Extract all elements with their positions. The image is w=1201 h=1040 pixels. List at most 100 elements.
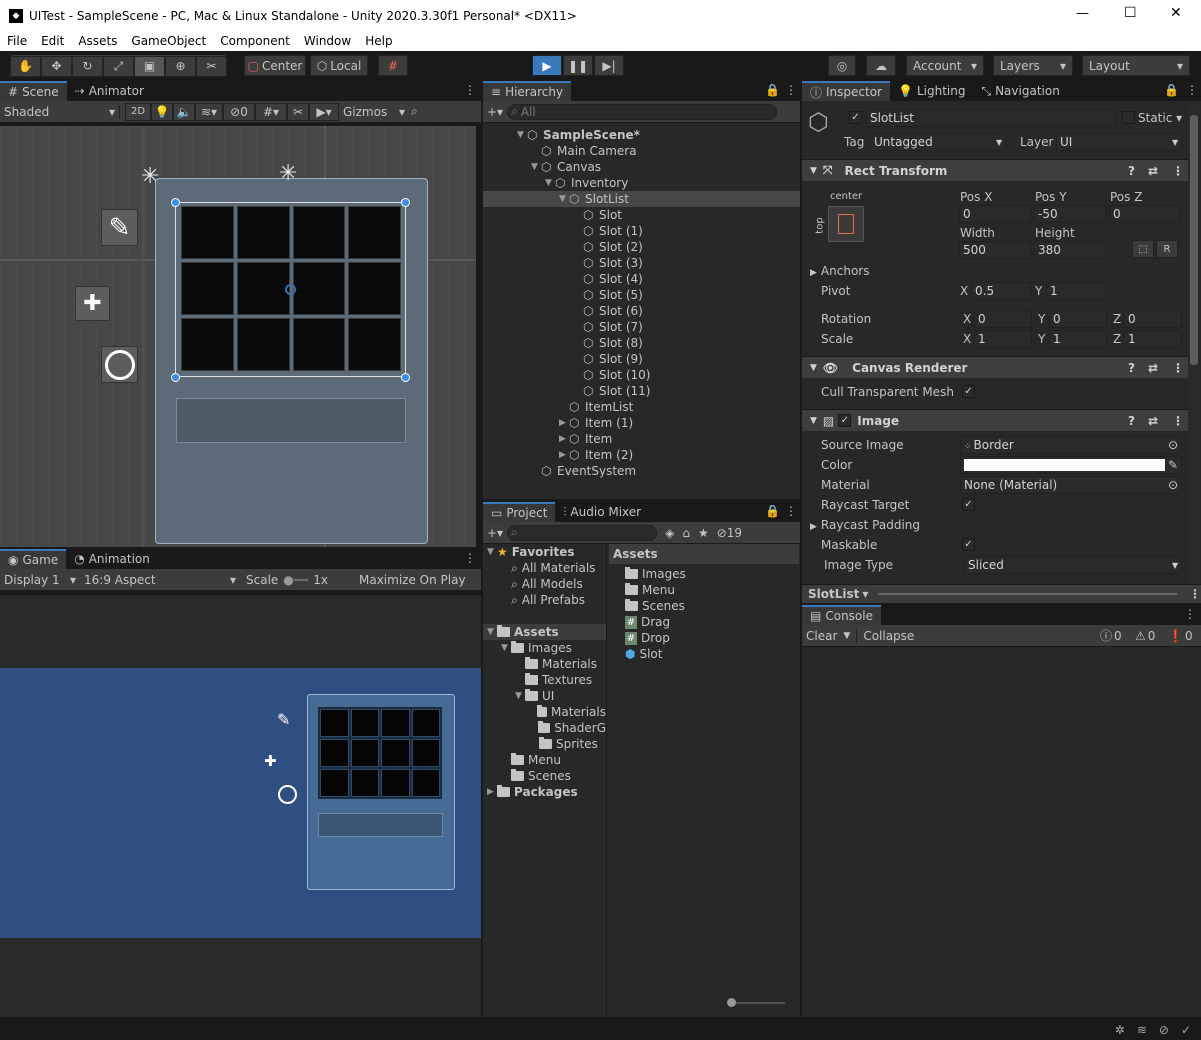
- lock-icon[interactable]: 🔒: [765, 504, 780, 518]
- canvas-renderer-header[interactable]: ▼ 👁 Canvas Renderer ? ⇄ ⋮: [802, 356, 1188, 378]
- raycast-padding-foldout[interactable]: ▶ Raycast Padding: [810, 518, 920, 532]
- hierarchy-item[interactable]: ⬡ Slot (10): [483, 367, 800, 383]
- scene-slot[interactable]: [348, 262, 401, 315]
- expand-arrow-icon[interactable]: ▼: [545, 178, 555, 188]
- tools-icon[interactable]: ✂: [287, 102, 309, 121]
- pivot-local-button[interactable]: ⬡ Local: [310, 55, 368, 76]
- expand-arrow-icon[interactable]: ▼: [515, 691, 525, 701]
- static-dropdown[interactable]: Static ▾: [1138, 111, 1182, 125]
- resize-handle[interactable]: [171, 198, 180, 207]
- hierarchy-item[interactable]: ⬡ Slot (7): [483, 319, 800, 335]
- error-toggle[interactable]: ❗ 0: [1168, 629, 1193, 643]
- warning-toggle[interactable]: ⚠ 0: [1135, 629, 1155, 643]
- static-checkbox[interactable]: [1122, 111, 1135, 124]
- tag-dropdown[interactable]: Untagged ▾: [870, 133, 1006, 151]
- menu-item-component[interactable]: Component: [220, 34, 290, 48]
- object-name-field[interactable]: SlotList: [866, 109, 1116, 127]
- kebab-icon[interactable]: ⋮: [464, 551, 476, 565]
- project-tree-item[interactable]: ⌕ All Prefabs: [483, 592, 606, 608]
- play-button[interactable]: ▶: [532, 55, 562, 76]
- audio-icon[interactable]: 🔈: [173, 102, 195, 121]
- help-icon[interactable]: ?: [1128, 361, 1135, 375]
- tab-animation[interactable]: ◔ Animation: [66, 549, 158, 569]
- layer-dropdown[interactable]: UI ▾: [1056, 133, 1182, 151]
- inspector-scrollbar[interactable]: [1189, 103, 1199, 593]
- progress-icon[interactable]: ✓: [1181, 1023, 1191, 1037]
- camera-icon[interactable]: ▶▾: [309, 102, 339, 121]
- rotate-tool-icon[interactable]: ↻: [72, 55, 103, 77]
- expand-arrow-icon[interactable]: ▼: [487, 627, 497, 637]
- inspector-preview-bar[interactable]: SlotList ▾ ⋮: [802, 584, 1201, 603]
- scene-slot[interactable]: [292, 206, 346, 259]
- hierarchy-item[interactable]: ⬡ Slot (9): [483, 351, 800, 367]
- scene-slot[interactable]: [348, 206, 401, 259]
- bug-icon[interactable]: ✲: [1115, 1023, 1125, 1037]
- hierarchy-item[interactable]: ⬡ Slot (8): [483, 335, 800, 351]
- hierarchy-item[interactable]: ⬡ ItemList: [483, 399, 800, 415]
- project-tree-item[interactable]: Materials: [483, 656, 606, 672]
- tab-project[interactable]: ▭ Project: [483, 502, 556, 522]
- maskable-checkbox[interactable]: ✓: [962, 538, 975, 551]
- project-tree-item[interactable]: ▶ Packages: [483, 784, 606, 800]
- cull-checkbox[interactable]: ✓: [962, 385, 975, 398]
- project-tree-item[interactable]: Sprites: [483, 736, 606, 752]
- filter-type-icon[interactable]: ◈: [665, 526, 674, 540]
- scene-slot[interactable]: [292, 262, 346, 315]
- expand-arrow-icon[interactable]: ▼: [501, 643, 511, 653]
- pivot-y-field[interactable]: 1: [1046, 282, 1106, 300]
- tab-inspector[interactable]: ⓘ Inspector: [802, 81, 890, 101]
- hierarchy-item[interactable]: ⬡ Slot (4): [483, 271, 800, 287]
- cache-icon[interactable]: ≋: [1137, 1023, 1147, 1037]
- display-dropdown[interactable]: Display 1 ▾: [0, 573, 80, 587]
- hierarchy-item[interactable]: ⬡ Main Camera: [483, 143, 800, 159]
- asset-item[interactable]: Scenes: [625, 598, 795, 614]
- aspect-dropdown[interactable]: 16:9 Aspect ▾: [80, 573, 240, 587]
- pivot-x-field[interactable]: 0.5: [971, 282, 1031, 300]
- project-tree-item[interactable]: ▼ UI: [483, 688, 606, 704]
- scale-slider[interactable]: Scale ●── 1x: [240, 573, 355, 587]
- kebab-icon[interactable]: ⋮: [1186, 83, 1198, 97]
- scene-slot[interactable]: [236, 318, 290, 371]
- rect-tool-icon[interactable]: ▣: [134, 55, 165, 77]
- project-tree-item[interactable]: ▼ ★ Favorites: [483, 544, 606, 560]
- circle-icon[interactable]: [101, 346, 138, 383]
- layout-dropdown[interactable]: Layout ▾: [1082, 55, 1190, 76]
- anchors-foldout[interactable]: ▶ Anchors: [810, 264, 869, 278]
- rect-transform-header[interactable]: ▼ ⤧ Rect Transform ? ⇄ ⋮: [802, 159, 1188, 181]
- add-icon[interactable]: +▾: [487, 105, 503, 119]
- project-tree-item[interactable]: ⌕ All Materials: [483, 560, 606, 576]
- effects-icon[interactable]: ≋▾: [195, 102, 223, 121]
- minimize-button[interactable]: —: [1076, 6, 1089, 21]
- filter-label-icon[interactable]: ⌂: [682, 526, 690, 540]
- clear-options-dropdown[interactable]: ▼: [843, 631, 850, 641]
- move-tool-icon[interactable]: ✥: [41, 55, 72, 77]
- kebab-icon[interactable]: ⋮: [1172, 361, 1184, 375]
- transform-tool-icon[interactable]: ⊕: [165, 55, 196, 77]
- snap-grid-icon[interactable]: #: [378, 55, 408, 76]
- expand-arrow-icon[interactable]: ▼: [517, 130, 527, 140]
- tab-animator[interactable]: ⇢ Animator: [67, 81, 152, 101]
- kebab-icon[interactable]: ⋮: [785, 83, 797, 97]
- expand-arrow-icon[interactable]: ▶: [559, 434, 569, 444]
- menu-item-help[interactable]: Help: [365, 34, 392, 48]
- clear-button[interactable]: Clear: [806, 629, 837, 643]
- create-icon[interactable]: +▾: [487, 526, 503, 540]
- posx-field[interactable]: 0: [959, 205, 1031, 223]
- tab-audio-mixer[interactable]: ⫶ Audio Mixer: [555, 502, 649, 522]
- image-type-dropdown[interactable]: Sliced ▾: [964, 556, 1182, 574]
- anchor-icon[interactable]: ✳: [141, 164, 159, 189]
- expand-arrow-icon[interactable]: ▼: [531, 162, 541, 172]
- kebab-icon[interactable]: ⋮: [1172, 164, 1184, 178]
- resize-handle[interactable]: [401, 373, 410, 382]
- scale-tool-icon[interactable]: ⤢: [103, 55, 134, 77]
- account-dropdown[interactable]: Account ▾: [906, 55, 984, 76]
- asset-item[interactable]: Menu: [625, 582, 795, 598]
- scene-viewport[interactable]: ✳ ✳ ✎ ✚: [0, 126, 476, 547]
- help-icon[interactable]: ?: [1128, 414, 1135, 428]
- menu-item-window[interactable]: Window: [304, 34, 351, 48]
- kebab-icon[interactable]: ⋮: [1172, 414, 1184, 428]
- shading-dropdown[interactable]: Shaded ▾: [0, 104, 120, 119]
- preset-icon[interactable]: ⇄: [1148, 361, 1158, 375]
- close-button[interactable]: ✕: [1170, 5, 1182, 21]
- expand-arrow-icon[interactable]: ▶: [559, 450, 569, 460]
